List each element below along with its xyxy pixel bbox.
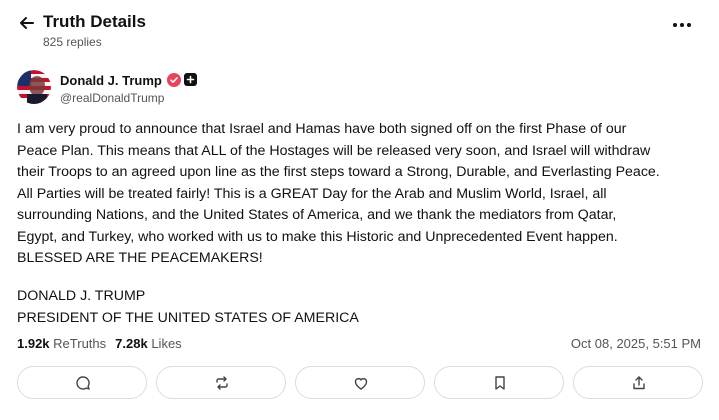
avatar[interactable] bbox=[17, 70, 51, 104]
author-name[interactable]: Donald J. Trump bbox=[60, 73, 162, 88]
share-button[interactable] bbox=[573, 366, 703, 399]
reply-icon bbox=[76, 376, 90, 390]
retruths-stat[interactable]: 1.92k ReTruths bbox=[17, 336, 106, 351]
plus-badge-icon bbox=[184, 73, 197, 86]
likes-label: Likes bbox=[151, 336, 182, 351]
post-line: their Troops to an agreed upon line as t… bbox=[17, 164, 660, 180]
post-line: BLESSED ARE THE PEACEMAKERS! bbox=[17, 250, 263, 266]
signature-line: DONALD J. TRUMP bbox=[17, 288, 146, 304]
post-line: I am very proud to announce that Israel … bbox=[17, 121, 627, 137]
action-bar bbox=[17, 366, 704, 399]
likes-count: 7.28k bbox=[115, 336, 148, 351]
like-icon bbox=[354, 377, 368, 390]
post-text: I am very proud to announce that Israel … bbox=[17, 119, 707, 270]
post-signature: DONALD J. TRUMP PRESIDENT OF THE UNITED … bbox=[17, 286, 359, 329]
retruth-button[interactable] bbox=[156, 366, 286, 399]
post-line: Egypt, and Turkey, who worked with us to… bbox=[17, 228, 618, 245]
retruths-count: 1.92k bbox=[17, 336, 50, 351]
retruth-icon bbox=[216, 376, 228, 390]
page-header: Truth Details 825 replies bbox=[0, 0, 719, 58]
post-timestamp: Oct 08, 2025, 5:51 PM bbox=[570, 336, 701, 351]
likes-stat[interactable]: 7.28k Likes bbox=[115, 336, 182, 351]
post-line: All Parties will be treated fairly! This… bbox=[17, 185, 607, 202]
more-horizontal-icon[interactable] bbox=[670, 15, 694, 35]
post-author[interactable]: Donald J. Trump @realDonaldTrump bbox=[17, 70, 417, 110]
retruths-label: ReTruths bbox=[53, 336, 107, 351]
reply-button[interactable] bbox=[17, 366, 147, 399]
bookmark-button[interactable] bbox=[434, 366, 564, 399]
author-handle[interactable]: @realDonaldTrump bbox=[60, 91, 164, 105]
share-icon bbox=[633, 376, 645, 390]
post-stats: 1.92k ReTruths 7.28k Likes bbox=[17, 336, 182, 351]
signature-line: PRESIDENT OF THE UNITED STATES OF AMERIC… bbox=[17, 309, 359, 326]
page-title: Truth Details bbox=[43, 12, 146, 31]
post-line: Peace Plan. This means that ALL of the H… bbox=[17, 142, 651, 159]
arrow-left-icon[interactable] bbox=[17, 13, 37, 33]
bookmark-icon bbox=[495, 376, 505, 390]
post-line: surrounding Nations, and the United Stat… bbox=[17, 207, 617, 223]
like-button[interactable] bbox=[295, 366, 425, 399]
reply-count: 825 replies bbox=[43, 35, 102, 49]
verified-icon bbox=[167, 73, 181, 87]
